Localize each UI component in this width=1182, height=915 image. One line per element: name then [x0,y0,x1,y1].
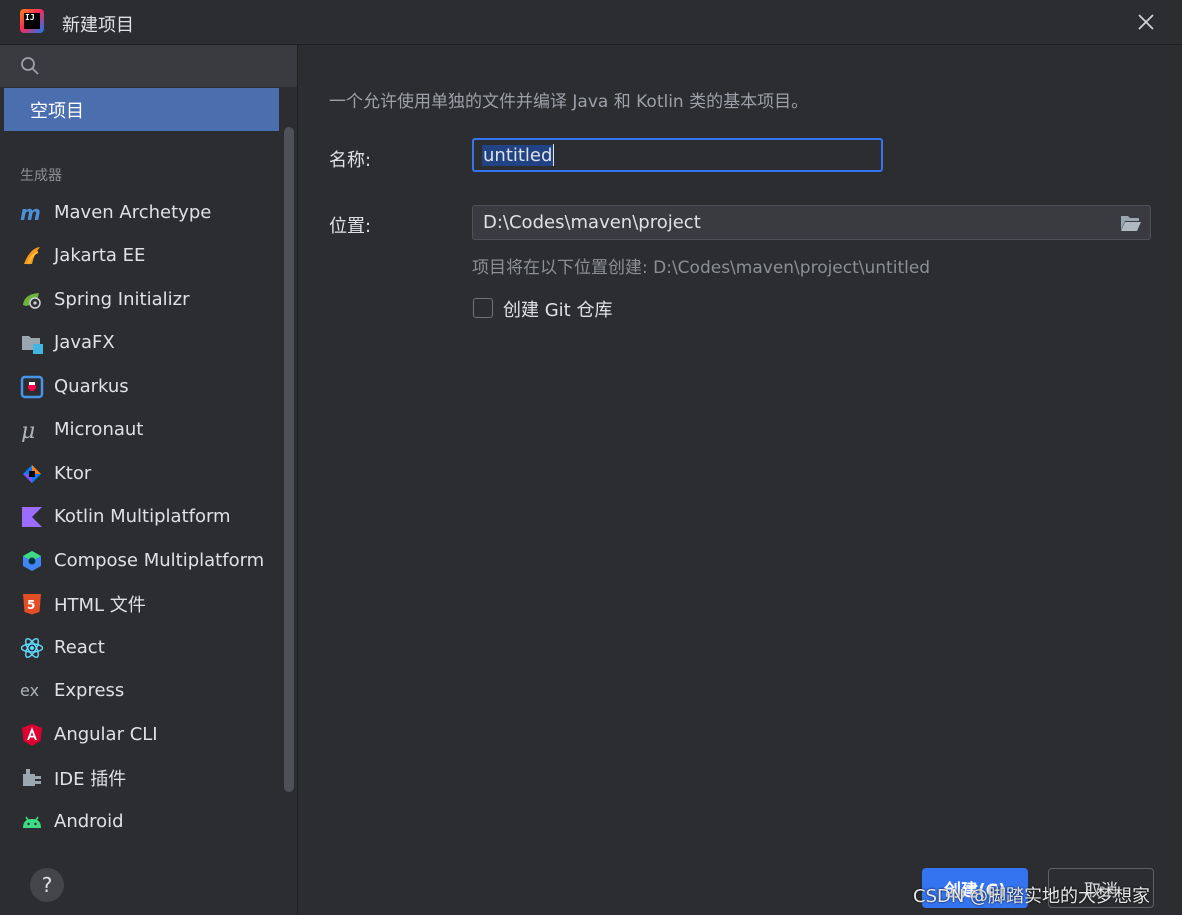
search-icon [21,57,39,75]
sidebar-item-label: JavaFX [54,332,115,353]
path-hint: 项目将在以下位置创建: D:\Codes\maven\project\untit… [472,258,931,278]
location-field[interactable]: D:\Codes\maven\project [472,205,1151,240]
quarkus-icon [20,375,44,399]
sidebar-item-compose-multiplatform[interactable]: Compose Multiplatform [20,539,280,582]
spring-icon [20,288,44,312]
sidebar-item-ktor[interactable]: Ktor [20,452,280,495]
close-icon [1138,14,1154,30]
svg-text:m: m [20,201,41,225]
svg-text:5: 5 [27,598,35,612]
sidebar-item-label: Spring Initializr [54,289,190,310]
maven-icon: m [20,201,44,225]
window-title: 新建项目 [62,15,134,36]
search-input[interactable] [0,45,297,87]
help-button[interactable]: ? [30,868,64,902]
sidebar-item-label: Compose Multiplatform [54,550,265,571]
location-value: D:\Codes\maven\project [483,212,701,233]
compose-icon [20,549,44,573]
folder-open-icon[interactable] [1120,214,1142,232]
title-bar: 新建项目 [0,0,1182,45]
angular-icon [20,723,44,747]
sidebar-item-html[interactable]: 5 HTML 文件 [20,582,280,625]
create-git-repo-checkbox[interactable] [473,298,493,318]
sidebar-item-label: Angular CLI [54,724,158,745]
generators-group-label: 生成器 [20,168,62,184]
project-description: 一个允许使用单独的文件并编译 Java 和 Kotlin 类的基本项目。 [329,92,809,112]
svg-text:ex: ex [20,681,39,700]
micronaut-icon: μ [20,418,44,442]
sidebar-item-label: HTML 文件 [54,594,146,616]
ktor-icon [20,462,44,486]
watermark: CSDN @脚踏实地的大梦想家 [913,886,1151,907]
jakarta-ee-icon [20,244,44,268]
main-panel: 一个允许使用单独的文件并编译 Java 和 Kotlin 类的基本项目。 名称:… [298,45,1182,915]
html5-icon: 5 [20,592,44,616]
sidebar-scrollbar[interactable] [284,127,294,792]
express-icon: ex [20,679,44,703]
sidebar-item-maven[interactable]: m Maven Archetype [20,191,280,234]
sidebar-item-react[interactable]: React [20,626,280,669]
close-button[interactable] [1132,8,1160,36]
sidebar-item-label: 空项目 [30,100,84,122]
sidebar-item-label: Android [54,811,124,832]
sidebar-item-ide-plugin[interactable]: IDE 插件 [20,756,280,799]
sidebar-item-label: Micronaut [54,419,144,440]
intellij-logo-icon [20,9,44,33]
sidebar-item-label: Express [54,680,125,701]
text-caret [553,144,555,166]
android-icon [20,810,44,834]
plugin-icon [20,766,44,790]
sidebar-item-express[interactable]: ex Express [20,669,280,712]
sidebar-item-label: React [54,637,105,658]
sidebar-item-label: Ktor [54,463,92,484]
sidebar-item-label: Jakarta EE [54,245,146,266]
name-value: untitled [482,144,554,166]
sidebar-item-spring[interactable]: Spring Initializr [20,278,280,321]
svg-text:μ: μ [21,419,35,442]
react-icon [20,636,44,660]
javafx-icon [20,331,44,355]
sidebar-item-label: Maven Archetype [54,202,212,223]
name-field[interactable]: untitled [472,138,883,172]
create-git-repo-label[interactable]: 创建 Git 仓库 [503,296,612,322]
sidebar-item-label: Quarkus [54,376,129,397]
sidebar-item-empty-project[interactable]: 空项目 [4,88,279,131]
sidebar-item-kotlin-multiplatform[interactable]: Kotlin Multiplatform [20,495,280,538]
sidebar-item-label: Kotlin Multiplatform [54,506,231,527]
sidebar: 空项目 生成器 m Maven Archetype Jakarta EE Spr… [0,45,298,915]
sidebar-item-angular[interactable]: Angular CLI [20,713,280,756]
location-label: 位置: [329,216,372,237]
sidebar-item-micronaut[interactable]: μ Micronaut [20,408,280,451]
sidebar-item-label: IDE 插件 [54,768,127,790]
kotlin-icon [20,505,44,529]
sidebar-item-quarkus[interactable]: Quarkus [20,365,280,408]
sidebar-item-javafx[interactable]: JavaFX [20,321,280,364]
sidebar-item-jakarta-ee[interactable]: Jakarta EE [20,234,280,277]
sidebar-item-android[interactable]: Android [20,800,280,843]
name-label: 名称: [329,150,372,171]
